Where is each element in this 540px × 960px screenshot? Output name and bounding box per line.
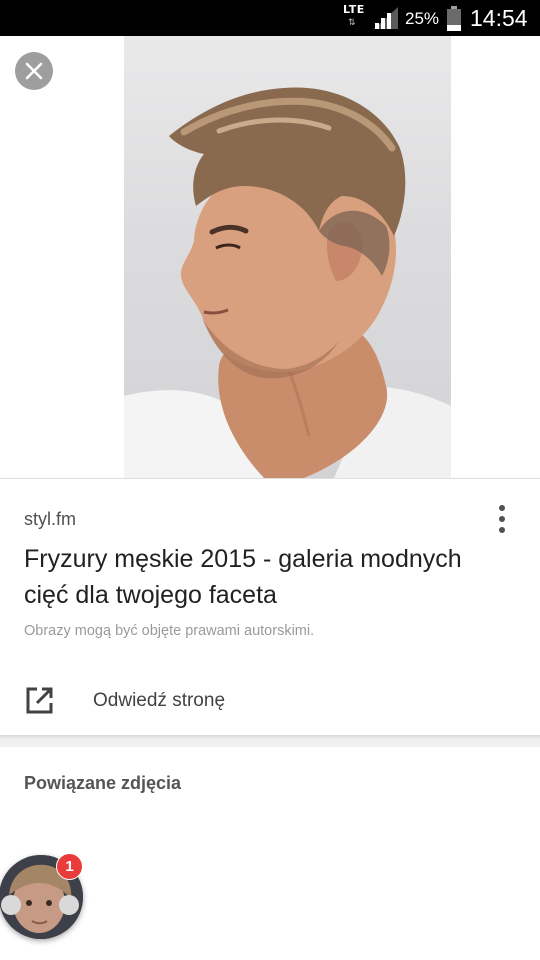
image-viewer (0, 36, 540, 478)
visit-page-button[interactable]: Odwiedź stronę (0, 669, 540, 735)
related-images-heading: Powiązane zdjęcia (24, 773, 182, 793)
source-domain[interactable]: styl.fm (24, 509, 76, 530)
data-activity-icon: ⇅ (348, 18, 355, 28)
signal-icon (374, 7, 398, 29)
clock: 14:54 (470, 5, 528, 31)
battery-icon (447, 6, 461, 31)
preview-image[interactable] (124, 36, 451, 478)
open-in-new-icon (26, 687, 53, 714)
network-type: LTE (343, 3, 365, 16)
copyright-note: Obrazy mogą być objęte prawami autorskim… (24, 623, 315, 639)
battery-percent: 25% (405, 9, 440, 28)
portrait-illustration (124, 87, 451, 478)
more-options-button[interactable] (488, 499, 516, 539)
status-bar: LTE ⇅ 25% 14:54 (0, 0, 540, 36)
close-button[interactable] (15, 52, 53, 90)
visit-page-label: Odwiedź stronę (93, 690, 226, 711)
more-vert-icon (499, 505, 505, 511)
result-info-card: styl.fm Fryzury męskie 2015 - galeria mo… (0, 478, 540, 670)
section-divider (0, 735, 540, 747)
result-title[interactable]: Fryzury męskie 2015 - galeria modnych ci… (24, 541, 494, 613)
notification-badge: 1 (56, 853, 83, 880)
close-icon (25, 62, 43, 80)
related-images-section: Powiązane zdjęcia (0, 747, 540, 960)
